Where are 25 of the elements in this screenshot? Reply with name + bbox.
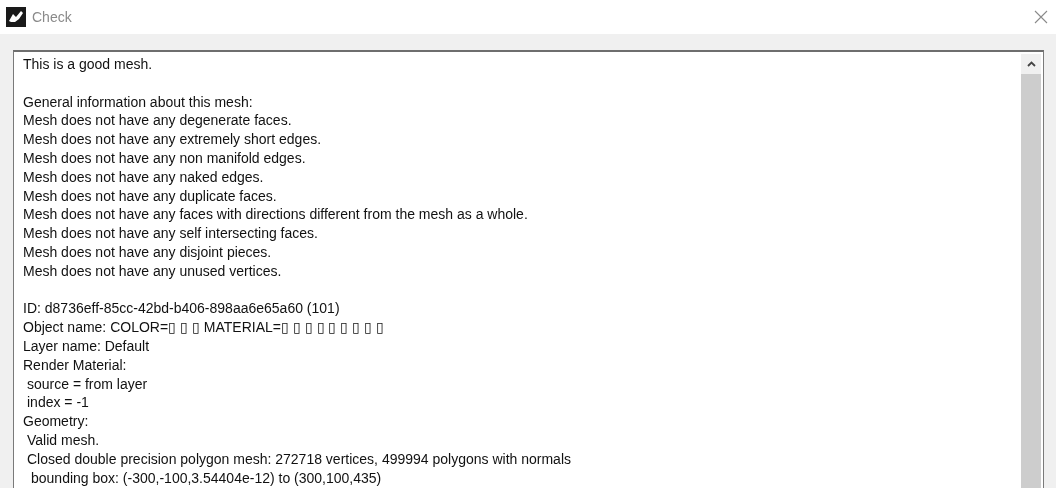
report-line: This is a good mesh. bbox=[23, 55, 154, 74]
report-line: Mesh does not have any naked edges. bbox=[23, 167, 265, 187]
caret-icon bbox=[1026, 61, 1036, 67]
report-line: ID: d8736eff-85cc-42bd-b406-898aa6e65a60 (101) bbox=[23, 299, 341, 319]
report-line: Geometry: bbox=[23, 412, 90, 431]
report-line: Mesh does not have any faces with directions different from the mesh as a whole. bbox=[23, 205, 529, 225]
report-line: Mesh does not have any self intersecting faces. bbox=[23, 224, 319, 243]
report-line: General information about this mesh: bbox=[23, 92, 254, 112]
scroll-up-button[interactable] bbox=[1021, 54, 1041, 74]
report-line: Mesh does not have any disjoint pieces. bbox=[23, 242, 273, 262]
report-line: bounding box: (-300,-100,3.54404e-12) to (300,100,435) bbox=[31, 468, 383, 488]
window-title: Check bbox=[32, 9, 73, 25]
report-line: source = from layer bbox=[27, 374, 149, 394]
report-line: Mesh does not have any degenerate faces. bbox=[23, 111, 293, 131]
report-line: index = -1 bbox=[27, 393, 90, 413]
report-line: Object name: COLOR=▯ ▯ ▯ MATERIAL=▯ ▯ ▯ ▯ ▯ ▯ ▯ ▯ ▯ bbox=[23, 318, 386, 337]
report-line: Mesh does not have any extremely short edges. bbox=[23, 130, 323, 149]
report-line: Mesh does not have any duplicate faces. bbox=[23, 186, 278, 206]
report-line: Closed double precision polygon mesh: 272718 vertices, 499994 polygons with normals bbox=[27, 449, 572, 469]
report-line: Mesh does not have any unused vertices. bbox=[23, 261, 283, 281]
close-icon[interactable] bbox=[1034, 10, 1048, 24]
report-line: Mesh does not have any non manifold edges. bbox=[23, 149, 307, 168]
report-line: Layer name: Default bbox=[23, 336, 151, 356]
report-line: Render Material: bbox=[23, 355, 128, 375]
report-line: Valid mesh. bbox=[27, 430, 101, 450]
